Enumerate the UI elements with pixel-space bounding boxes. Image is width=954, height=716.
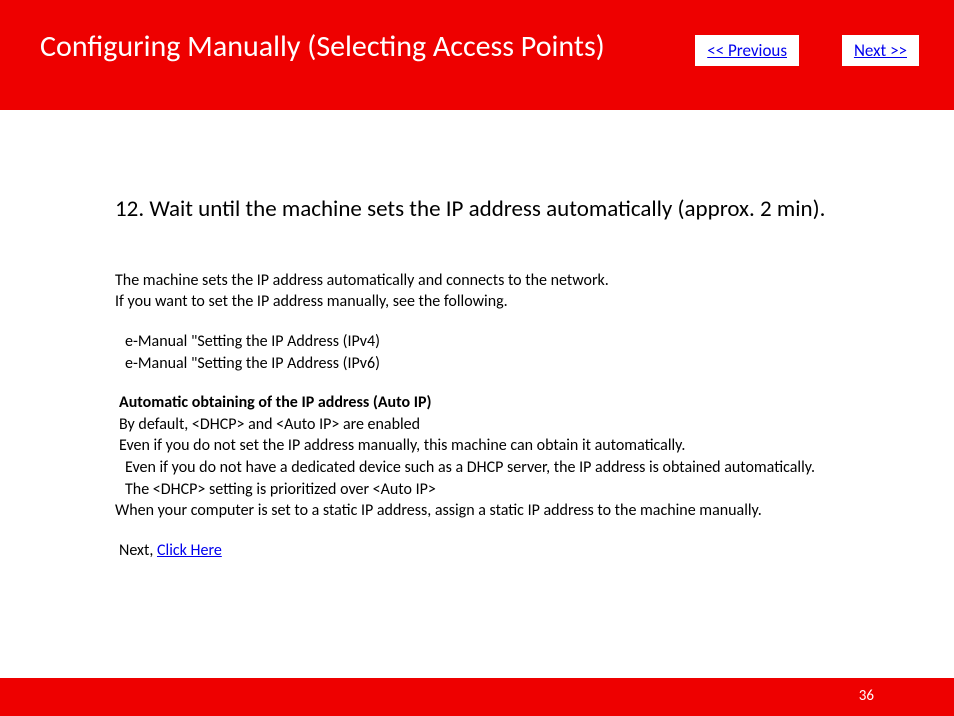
next-button[interactable]: Next >> xyxy=(842,35,919,66)
click-here-link[interactable]: Click Here xyxy=(157,541,222,560)
header-bar: Configuring Manually (Selecting Access P… xyxy=(0,0,954,110)
auto-ip-line-2: Even if you do not set the IP address ma… xyxy=(115,435,839,457)
auto-ip-line-1: By default, <DHCP> and <Auto IP> are ena… xyxy=(115,414,839,436)
auto-ip-heading: Automatic obtaining of the IP address (A… xyxy=(115,392,839,414)
next-prefix: Next, xyxy=(119,541,157,560)
page-number: 36 xyxy=(859,687,874,705)
body-text: The machine sets the IP address automati… xyxy=(115,270,839,562)
footer-bar: 36 xyxy=(0,678,954,716)
previous-button[interactable]: << Previous xyxy=(695,35,799,66)
emanual-ref-ipv4: e-Manual "Setting the IP Address (IPv4) xyxy=(115,331,839,353)
auto-ip-line-3: Even if you do not have a dedicated devi… xyxy=(115,457,839,479)
intro-line-1: The machine sets the IP address automati… xyxy=(115,270,839,292)
next-line: Next, Click Here xyxy=(115,540,839,562)
content-area: 12. Wait until the machine sets the IP a… xyxy=(0,110,954,561)
step-heading: 12. Wait until the machine sets the IP a… xyxy=(115,195,839,225)
auto-ip-line-4: The <DHCP> setting is prioritized over <… xyxy=(115,479,839,501)
auto-ip-line-5: When your computer is set to a static IP… xyxy=(115,500,839,522)
page-title: Configuring Manually (Selecting Access P… xyxy=(40,28,605,65)
emanual-ref-ipv6: e-Manual "Setting the IP Address (IPv6) xyxy=(115,353,839,375)
intro-line-2: If you want to set the IP address manual… xyxy=(115,291,839,313)
